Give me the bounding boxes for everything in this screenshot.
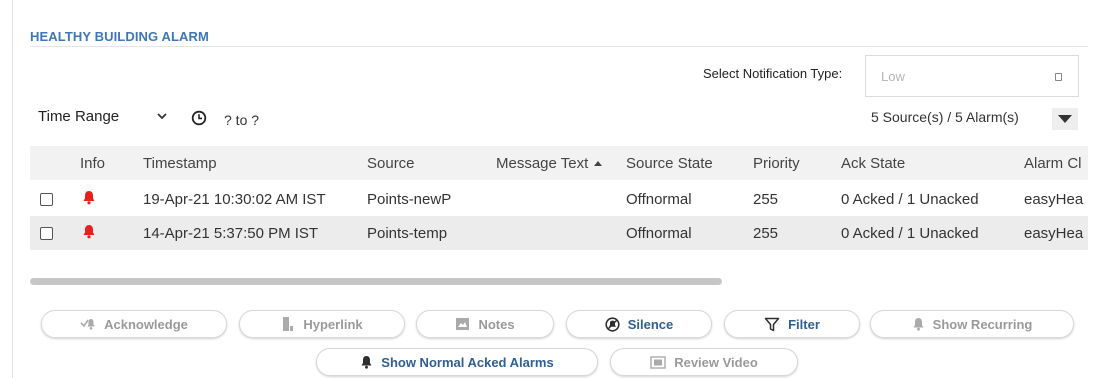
source-dropdown-button[interactable] (1052, 108, 1078, 130)
panel-left-border (12, 0, 13, 378)
horizontal-scrollbar[interactable] (30, 278, 722, 285)
hyperlink-button[interactable]: Hyperlink (239, 310, 405, 338)
bell-icon (83, 191, 95, 205)
bell-icon (913, 318, 924, 331)
time-range-text: ? to ? (224, 112, 260, 128)
table-row[interactable]: 19-Apr-21 10:30:02 AM IST Points-newP Of… (30, 182, 1088, 216)
notification-type-value: Low (881, 69, 905, 84)
show-normal-acked-alarms-button[interactable]: Show Normal Acked Alarms (316, 348, 598, 376)
row-timestamp: 19-Apr-21 10:30:02 AM IST (143, 191, 326, 208)
header-message-label: Message Text (496, 155, 589, 172)
row-source-state: Offnormal (626, 225, 692, 242)
header-timestamp[interactable]: Timestamp (143, 155, 217, 172)
filter-button[interactable]: Filter (724, 310, 860, 338)
review-video-button[interactable]: Review Video (610, 348, 798, 376)
notes-icon (456, 318, 470, 330)
bell-icon (83, 225, 95, 239)
acknowledge-button[interactable]: Acknowledge (41, 310, 227, 338)
table-row[interactable]: 14-Apr-21 5:37:50 PM IST Points-temp Off… (30, 216, 1088, 250)
row-timestamp: 14-Apr-21 5:37:50 PM IST (143, 225, 319, 242)
filter-label: Filter (788, 316, 820, 332)
notes-button[interactable]: Notes (416, 310, 554, 338)
notification-type-label: Select Notification Type: (703, 66, 843, 81)
hyperlink-icon (283, 317, 294, 331)
bell-icon (361, 356, 372, 369)
silence-icon (605, 316, 620, 332)
header-info[interactable]: Info (80, 155, 105, 172)
silence-label: Silence (627, 316, 674, 332)
silence-button[interactable]: Silence (566, 310, 712, 338)
header-source[interactable]: Source (367, 155, 415, 172)
show-normal-acked-label: Show Normal Acked Alarms (381, 354, 554, 370)
panel-title: HEALTHY BUILDING ALARM (30, 29, 209, 44)
row-alarm-class: easyHea (1024, 191, 1084, 208)
notes-label: Notes (478, 316, 515, 332)
row-priority: 255 (753, 191, 779, 208)
row-ack-state: 0 Acked / 1 Unacked (841, 191, 979, 208)
notification-type-select[interactable]: Low (865, 55, 1079, 97)
video-icon (650, 355, 666, 369)
caret-down-icon (1058, 115, 1072, 123)
header-ack-state[interactable]: Ack State (841, 155, 905, 172)
clock-icon[interactable] (191, 110, 207, 126)
row-source-state: Offnormal (626, 191, 692, 208)
row-source: Points-newP (367, 191, 452, 208)
time-range-select[interactable]: Time Range (38, 108, 119, 125)
header-message-text[interactable]: Message Text (496, 155, 603, 172)
header-alarm-class[interactable]: Alarm Cl (1024, 155, 1082, 172)
row-checkbox[interactable] (40, 227, 53, 240)
acknowledge-icon (80, 319, 95, 330)
select-handle-icon (1055, 73, 1062, 81)
row-alarm-class: easyHea (1024, 225, 1084, 242)
row-ack-state: 0 Acked / 1 Unacked (841, 225, 979, 242)
show-recurring-button[interactable]: Show Recurring (870, 310, 1074, 338)
header-source-state[interactable]: Source State (626, 155, 713, 172)
show-recurring-label: Show Recurring (932, 316, 1033, 332)
title-divider (30, 46, 1088, 47)
acknowledge-label: Acknowledge (104, 316, 188, 332)
hyperlink-label: Hyperlink (303, 316, 363, 332)
row-checkbox[interactable] (40, 193, 53, 206)
chevron-down-icon[interactable] (156, 110, 168, 122)
filter-icon (764, 317, 780, 331)
source-alarm-count: 5 Source(s) / 5 Alarm(s) (871, 109, 1019, 125)
row-source: Points-temp (367, 225, 448, 242)
review-video-label: Review Video (674, 354, 758, 370)
row-priority: 255 (753, 225, 779, 242)
table-header: Info Timestamp Source Message Text Sourc… (30, 146, 1088, 180)
header-priority[interactable]: Priority (753, 155, 800, 172)
sort-ascending-icon (594, 161, 603, 166)
alarm-table: Info Timestamp Source Message Text Sourc… (30, 146, 1088, 251)
